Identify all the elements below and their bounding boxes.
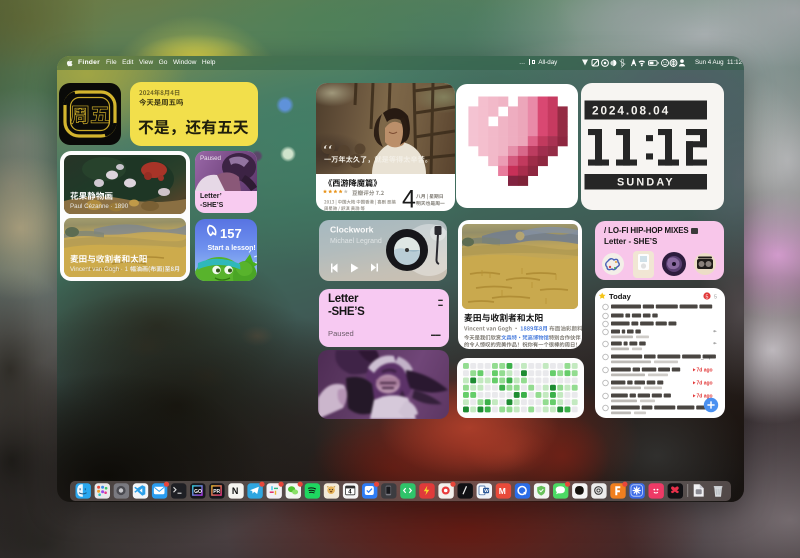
svg-text:SUNDAY: SUNDAY [617, 177, 675, 189]
svg-text:M: M [499, 486, 506, 496]
svg-text:4: 4 [402, 186, 416, 212]
svg-text:Michael Legrand: Michael Legrand [330, 238, 382, 245]
svg-text:Paused: Paused [200, 155, 222, 162]
svg-text:Today: Today [609, 292, 632, 301]
svg-text:Clockwork: Clockwork [330, 225, 374, 235]
svg-text:W: W [484, 488, 489, 493]
svg-text:Vincent van Gogh · 1: Vincent van Gogh · 1 [70, 266, 129, 273]
svg-text:GO: GO [194, 489, 202, 495]
svg-text:N: N [232, 486, 239, 496]
svg-text:Start a lesson!: Start a lesson! [208, 245, 256, 252]
svg-text:5: 5 [714, 294, 717, 300]
svg-text:7d ago: 7d ago [697, 381, 713, 387]
svg-text:5: 5 [706, 294, 709, 300]
svg-text:PR: PR [213, 489, 220, 495]
svg-text:157: 157 [220, 226, 242, 241]
svg-text:_hop: _hop [700, 354, 712, 360]
svg-text:2024.08.04: 2024.08.04 [592, 104, 670, 118]
svg-text:Paul Cézanne · 1890: Paul Cézanne · 1890 [70, 203, 129, 210]
svg-text:7d ago: 7d ago [697, 368, 713, 374]
